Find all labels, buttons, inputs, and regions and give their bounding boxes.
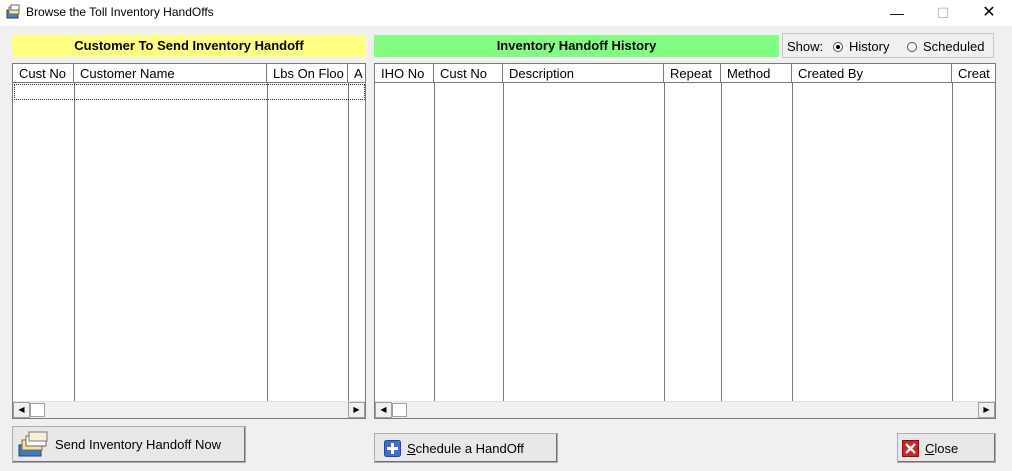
customer-grid-hscrollbar[interactable]: ◀ ▶ <box>13 401 365 418</box>
col-header-lbs-on-floor[interactable]: Lbs On Floo <box>267 64 348 83</box>
window-title: Browse the Toll Inventory HandOffs <box>26 5 214 19</box>
title-bar: Browse the Toll Inventory HandOffs — ☐ ✕ <box>0 0 1012 26</box>
scheduled-radio[interactable]: Scheduled <box>907 39 984 54</box>
history-radio[interactable]: History <box>833 39 889 54</box>
column-divider <box>74 83 75 401</box>
scroll-right-button[interactable]: ▶ <box>348 402 365 418</box>
schedule-handoff-button[interactable]: Schedule a HandOff <box>374 433 558 463</box>
column-divider <box>952 83 953 401</box>
plus-icon <box>384 439 401 457</box>
col-header-description[interactable]: Description <box>503 64 664 83</box>
close-label: Close <box>925 440 959 456</box>
selected-empty-row[interactable] <box>14 84 365 100</box>
scroll-thumb[interactable] <box>392 403 407 417</box>
column-divider <box>74 85 75 99</box>
minimize-button[interactable]: — <box>874 0 920 26</box>
scheduled-radio-label: Scheduled <box>923 39 985 54</box>
col-header-created-by[interactable]: Created By <box>792 64 952 83</box>
customer-handoff-header: Customer To Send Inventory Handoff <box>12 35 366 57</box>
show-filter-group: Show: History Scheduled <box>782 33 994 58</box>
col-header-repeat[interactable]: Repeat <box>664 64 721 83</box>
column-divider <box>434 83 435 401</box>
stack-cards-icon <box>17 431 49 459</box>
column-divider <box>267 83 268 401</box>
customer-grid[interactable]: Cust No Customer Name Lbs On Floo A ◀ ▶ <box>12 63 366 419</box>
maximize-button[interactable]: ☐ <box>920 0 966 26</box>
col-header-customer-name[interactable]: Customer Name <box>74 64 267 83</box>
scroll-right-button[interactable]: ▶ <box>978 402 995 418</box>
col-header-created-truncated[interactable]: Creat <box>952 64 995 83</box>
col-header-iho-no[interactable]: IHO No <box>375 64 434 83</box>
radio-unchecked-icon <box>907 42 917 52</box>
handoff-history-header: Inventory Handoff History <box>374 35 779 57</box>
col-header-cust-no[interactable]: Cust No <box>13 64 74 83</box>
scroll-thumb[interactable] <box>30 403 45 417</box>
radio-checked-icon <box>833 42 843 52</box>
column-divider <box>792 83 793 401</box>
history-grid-hscrollbar[interactable]: ◀ ▶ <box>375 401 995 418</box>
col-header-cust-no[interactable]: Cust No <box>434 64 503 83</box>
column-divider <box>664 83 665 401</box>
history-radio-label: History <box>849 39 890 54</box>
col-header-method[interactable]: Method <box>721 64 792 83</box>
schedule-handoff-label: Schedule a HandOff <box>407 440 524 456</box>
col-header-truncated[interactable]: A <box>348 64 365 83</box>
scroll-left-button[interactable]: ◀ <box>375 402 392 418</box>
history-grid[interactable]: IHO No Cust No Description Repeat Method… <box>374 63 996 419</box>
history-grid-header: IHO No Cust No Description Repeat Method… <box>375 64 995 83</box>
app-icon <box>5 4 21 20</box>
send-handoff-now-button[interactable]: Send Inventory Handoff Now <box>12 426 246 463</box>
send-handoff-now-label: Send Inventory Handoff Now <box>55 437 221 452</box>
column-divider <box>267 85 268 99</box>
red-x-icon <box>902 439 919 457</box>
show-label: Show: <box>787 39 824 54</box>
close-window-button[interactable]: ✕ <box>966 0 1012 26</box>
customer-grid-header: Cust No Customer Name Lbs On Floo A <box>13 64 365 83</box>
column-divider <box>348 85 349 99</box>
close-button[interactable]: Close <box>897 433 996 463</box>
column-divider <box>348 83 349 401</box>
column-divider <box>503 83 504 401</box>
scroll-left-button[interactable]: ◀ <box>13 402 30 418</box>
column-divider <box>721 83 722 401</box>
